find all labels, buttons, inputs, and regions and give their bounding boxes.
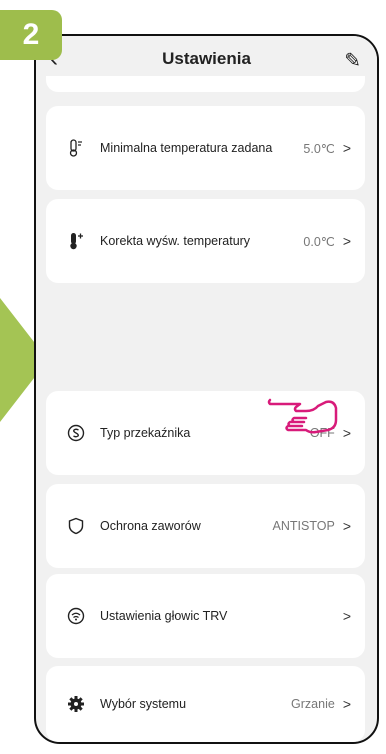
chevron-right-icon: > bbox=[342, 233, 351, 249]
settings-item-valve-protection[interactable]: Ochrona zaworów ANTISTOP > bbox=[46, 484, 365, 568]
page-title: Ustawienia bbox=[162, 49, 251, 68]
chevron-right-icon: > bbox=[342, 518, 351, 534]
setting-label: Ustawienia głowic TRV bbox=[100, 609, 228, 623]
chevron-right-icon: > bbox=[342, 696, 351, 712]
setting-label: Minimalna temperatura zadana bbox=[100, 141, 273, 155]
chevron-right-icon: > bbox=[342, 608, 351, 624]
setting-label: Wybór systemu bbox=[100, 697, 187, 711]
step-badge: 2 bbox=[0, 10, 62, 60]
pencil-icon[interactable]: ✎ bbox=[344, 48, 361, 73]
chevron-right-icon: > bbox=[342, 140, 351, 156]
settings-item-system-choice[interactable]: Wybór systemu Grzanie > bbox=[46, 666, 365, 742]
shield-icon bbox=[66, 516, 86, 536]
setting-value: 0.0℃ bbox=[303, 234, 335, 249]
setting-label: Ochrona zaworów bbox=[100, 519, 201, 533]
thermometer-filled-icon bbox=[66, 231, 86, 251]
pointing-hand-icon bbox=[267, 398, 338, 434]
settings-item-trv-heads[interactable]: Ustawienia głowic TRV > bbox=[46, 574, 365, 658]
gear-icon bbox=[66, 694, 86, 714]
settings-item-temp-correction[interactable]: Korekta wyśw. temperatury 0.0℃ > bbox=[46, 199, 365, 283]
relay-icon bbox=[66, 423, 86, 443]
setting-value: ANTISTOP bbox=[272, 519, 335, 533]
settings-card-partial bbox=[46, 76, 365, 92]
thermometer-outline-icon bbox=[66, 138, 86, 158]
setting-label: Korekta wyśw. temperatury bbox=[100, 234, 251, 248]
settings-item-min-temp[interactable]: Minimalna temperatura zadana 5.0℃ > bbox=[46, 106, 365, 190]
setting-value: 5.0℃ bbox=[303, 141, 335, 156]
trv-head-icon bbox=[66, 606, 86, 626]
setting-value: Grzanie bbox=[291, 697, 335, 711]
